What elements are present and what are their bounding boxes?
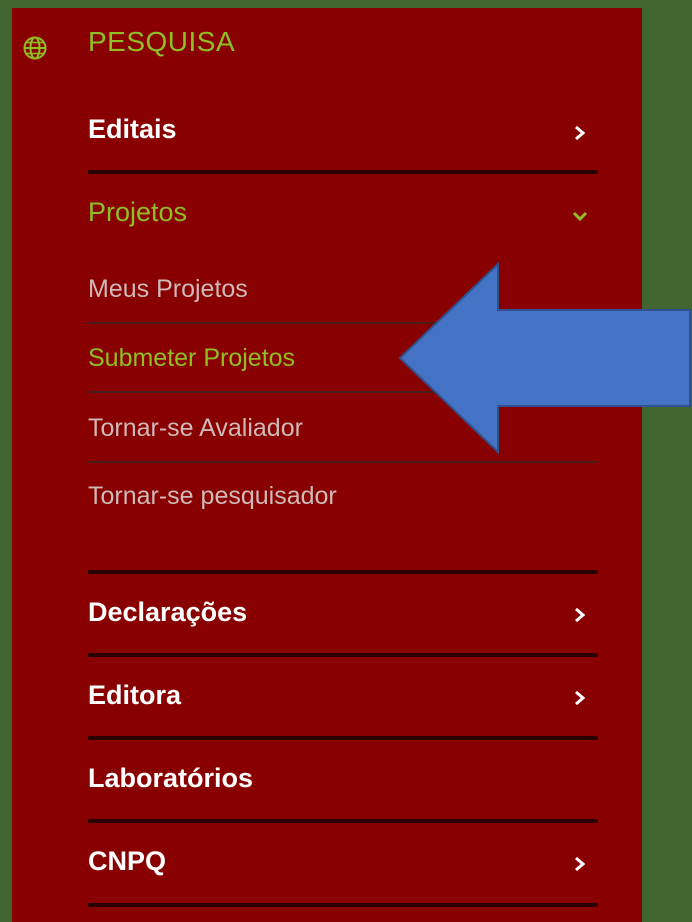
- submenu-item-submeter-projetos[interactable]: Submeter Projetos: [88, 344, 295, 373]
- chevron-right-icon[interactable]: [572, 689, 588, 707]
- menu-divider: [88, 736, 598, 740]
- menu-item-projetos[interactable]: Projetos: [88, 197, 187, 228]
- menu-item-cnpq[interactable]: CNPQ: [88, 846, 166, 877]
- globe-icon: [23, 36, 47, 60]
- menu-item-editais[interactable]: Editais: [88, 114, 177, 145]
- menu-item-editora[interactable]: Editora: [88, 680, 181, 711]
- submenu-divider: [88, 461, 598, 463]
- menu-item-declaracoes[interactable]: Declarações: [88, 597, 247, 628]
- arrow-left-icon: [398, 261, 692, 455]
- submenu-item-tornar-se-avaliador[interactable]: Tornar-se Avaliador: [88, 414, 303, 443]
- chevron-down-icon[interactable]: [572, 207, 588, 225]
- menu-divider: [88, 570, 598, 574]
- section-title[interactable]: PESQUISA: [88, 26, 235, 58]
- menu-divider: [88, 170, 598, 174]
- submenu-item-tornar-se-pesquisador[interactable]: Tornar-se pesquisador: [88, 482, 337, 511]
- menu-divider: [88, 819, 598, 823]
- menu-divider: [88, 903, 598, 907]
- chevron-right-icon[interactable]: [572, 124, 588, 142]
- chevron-right-icon[interactable]: [572, 606, 588, 624]
- submenu-item-meus-projetos[interactable]: Meus Projetos: [88, 275, 248, 304]
- menu-item-laboratorios[interactable]: Laboratórios: [88, 763, 253, 794]
- menu-divider: [88, 653, 598, 657]
- chevron-right-icon[interactable]: [572, 855, 588, 873]
